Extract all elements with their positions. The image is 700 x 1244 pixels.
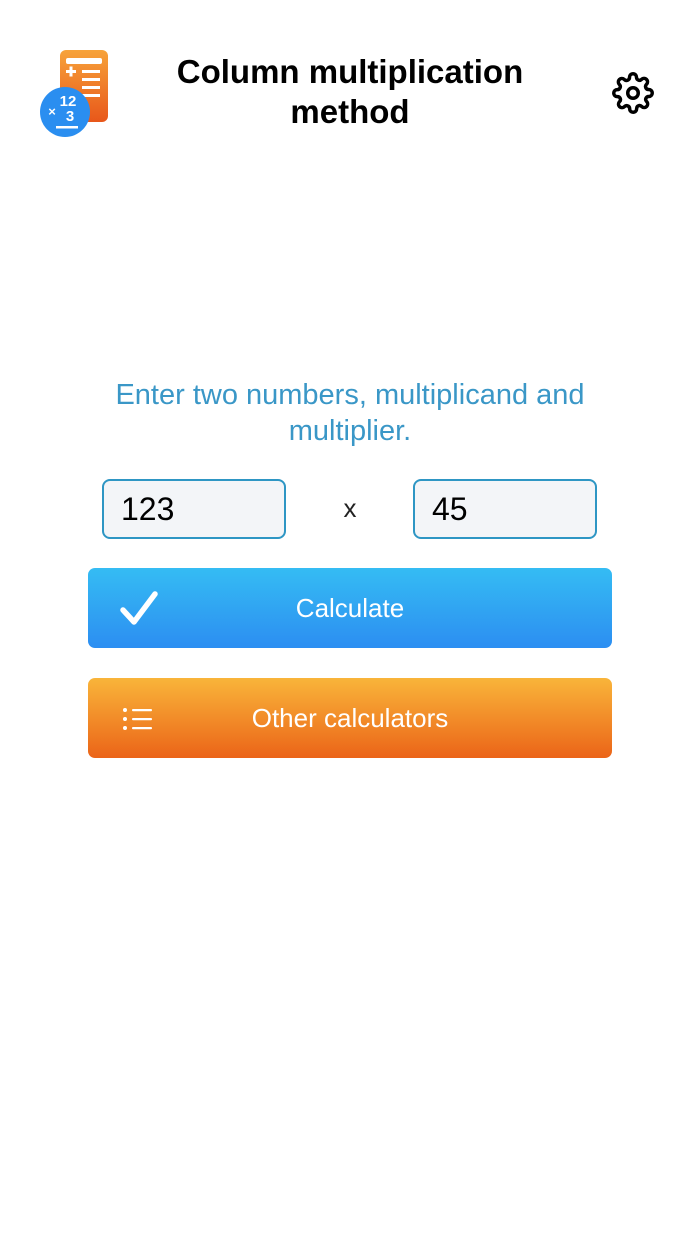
- page-title-line-1: Column multiplication: [176, 53, 524, 90]
- calculate-button-label: Calculate: [295, 593, 405, 623]
- app-logo-icon: 12 × 3: [40, 50, 108, 137]
- page-title-line-2: method: [290, 93, 410, 130]
- page-title: Column multiplication method: [150, 52, 550, 132]
- app-icon-number-mid: 3: [66, 108, 74, 125]
- other-calculators-button-label: Other calculators: [251, 703, 449, 733]
- other-calculators-button[interactable]: Other calculators: [88, 678, 612, 758]
- instruction-text: Enter two numbers, multiplicand and mult…: [115, 379, 585, 447]
- times-symbol: x: [343, 493, 357, 523]
- gear-icon[interactable]: [612, 72, 654, 114]
- multiplier-input[interactable]: [413, 479, 597, 539]
- calculate-button[interactable]: Calculate: [88, 568, 612, 648]
- app-icon-times: ×: [48, 104, 56, 119]
- multiplicand-input[interactable]: [102, 479, 286, 539]
